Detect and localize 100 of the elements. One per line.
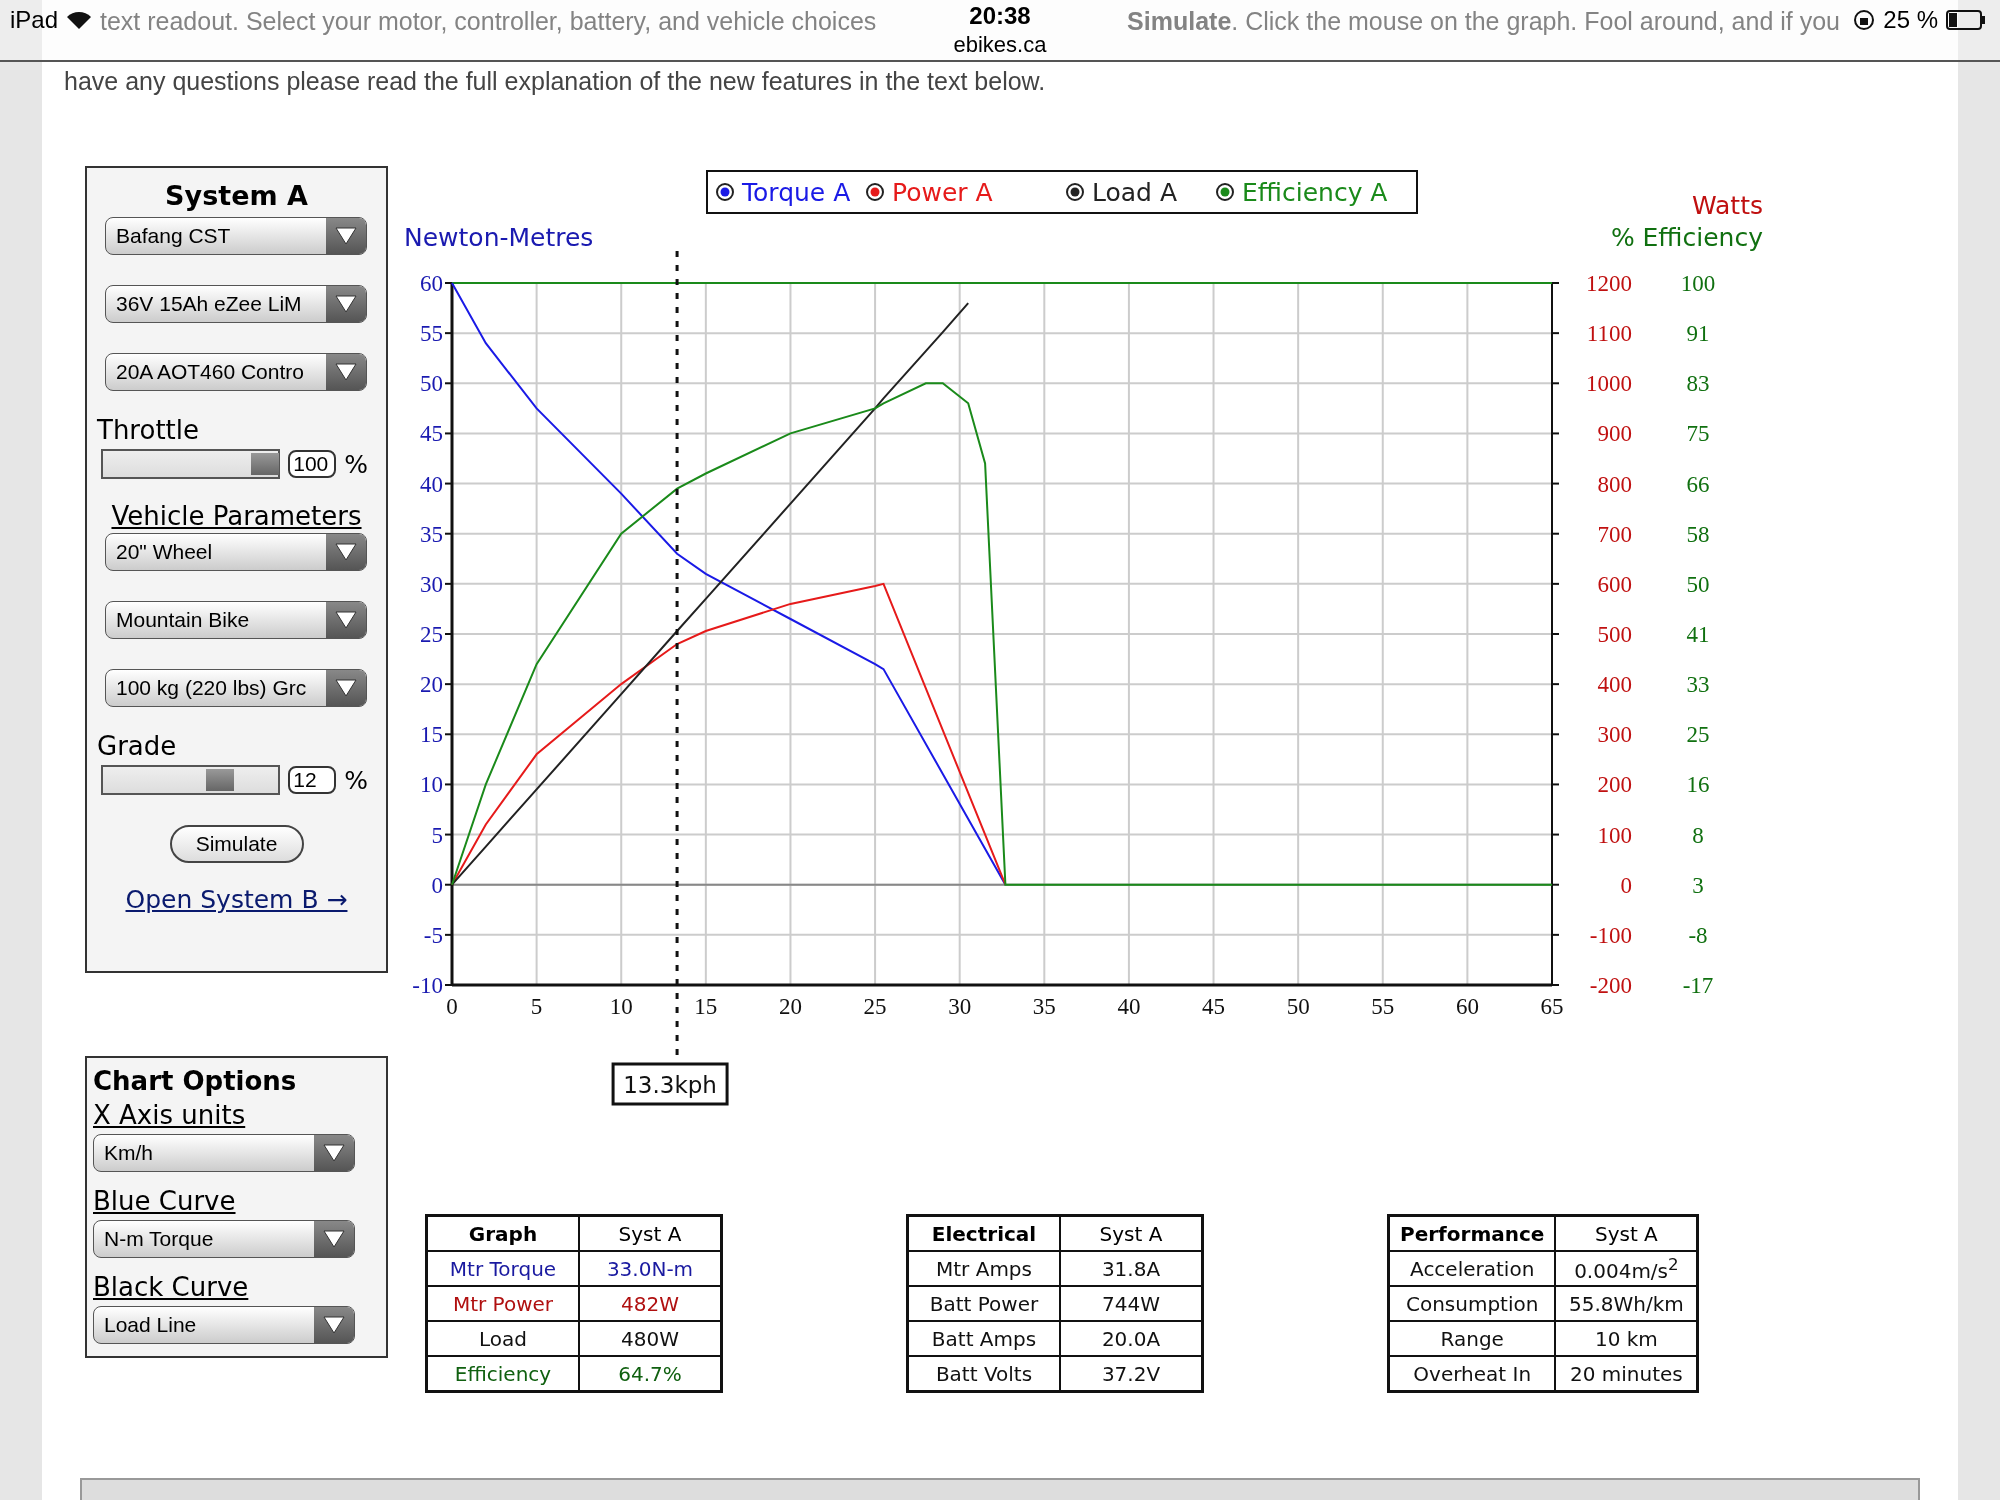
tick-label: -8 bbox=[1688, 922, 1708, 948]
tick-label: 50 bbox=[1686, 571, 1710, 597]
rotation-lock-icon bbox=[1853, 9, 1876, 31]
dropdown[interactable]: N-m Torque bbox=[93, 1220, 355, 1258]
column-header: Electrical bbox=[907, 1215, 1060, 1251]
column-header: Performance bbox=[1388, 1215, 1556, 1251]
unit-label: % bbox=[344, 765, 368, 795]
caret-icon bbox=[335, 227, 357, 245]
device-name: iPad bbox=[10, 6, 59, 34]
caret-icon bbox=[335, 679, 357, 697]
tick-label: 400 bbox=[1597, 672, 1632, 698]
legend-item[interactable]: Efficiency A bbox=[1216, 178, 1388, 207]
tick-label: 15 bbox=[420, 722, 443, 748]
battery-icon bbox=[1946, 10, 1986, 30]
tick-label: 60 bbox=[1455, 994, 1479, 1019]
tick-label: 35 bbox=[420, 521, 443, 547]
tick-label: 700 bbox=[1597, 521, 1632, 547]
tick-label: 600 bbox=[1597, 571, 1632, 597]
legend-item[interactable]: Torque A bbox=[716, 178, 851, 207]
tick-label: 50 bbox=[420, 371, 443, 397]
tick-label: 1000 bbox=[1586, 371, 1632, 397]
dropdown[interactable]: 20A AOT460 Contro bbox=[105, 353, 367, 391]
legend-item[interactable]: Load A bbox=[1066, 178, 1178, 207]
tick-label: 58 bbox=[1686, 521, 1710, 547]
tick-label: 20 bbox=[420, 672, 443, 698]
caret-icon bbox=[335, 295, 357, 313]
table-cell: Mtr Amps bbox=[907, 1251, 1060, 1286]
dropdown[interactable]: 36V 15Ah eZee LiM bbox=[105, 285, 367, 323]
tick-label: 25 bbox=[863, 994, 887, 1019]
dropdown[interactable]: Bafang CST bbox=[105, 217, 367, 255]
dropdown[interactable]: 20" Wheel bbox=[105, 533, 367, 571]
tick-label: 0 bbox=[431, 872, 443, 898]
tick-label: 66 bbox=[1686, 471, 1710, 497]
tick-label: 0 bbox=[1620, 872, 1632, 898]
tick-label: 25 bbox=[1686, 722, 1710, 748]
tick-label: -200 bbox=[1589, 973, 1632, 998]
column-header: Graph bbox=[426, 1215, 579, 1251]
slider-thumb[interactable] bbox=[251, 453, 279, 475]
input-field[interactable]: 100 bbox=[288, 450, 337, 478]
tick-label: 20 bbox=[778, 994, 802, 1019]
tick-label: 60 bbox=[420, 271, 443, 296]
clock: 20:38 bbox=[969, 2, 1031, 30]
open-system-link[interactable]: Open System B → bbox=[105, 885, 368, 914]
tick-label: 33 bbox=[1686, 672, 1710, 698]
tick-label: 10 bbox=[609, 994, 633, 1019]
option-label: Black Curve bbox=[93, 1272, 250, 1302]
option-label: X Axis units bbox=[93, 1100, 247, 1130]
dropdown[interactable]: Km/h bbox=[93, 1134, 355, 1172]
intro-text: have any questions please read the full explanation of the new features in the text below. bbox=[64, 66, 1047, 97]
tick-label: 75 bbox=[1686, 421, 1710, 447]
caret-icon bbox=[335, 611, 357, 629]
table-cell: Batt Power bbox=[907, 1286, 1060, 1321]
caret-icon bbox=[335, 363, 357, 381]
tick-label: 1200 bbox=[1586, 271, 1632, 296]
tick-label: 65 bbox=[1540, 994, 1564, 1019]
table-cell: Load bbox=[426, 1321, 579, 1356]
tick-label: 55 bbox=[420, 321, 443, 347]
slider[interactable] bbox=[101, 765, 281, 795]
tick-label: 30 bbox=[420, 571, 443, 597]
tick-label: 15 bbox=[694, 994, 718, 1019]
input-field[interactable]: 12 bbox=[288, 766, 337, 794]
ref-line-label: 13.3kph bbox=[623, 1072, 717, 1098]
legend-label: Torque A bbox=[741, 178, 851, 207]
panel-title: System A bbox=[164, 180, 309, 211]
dropdown[interactable]: Load Line bbox=[93, 1306, 355, 1344]
tick-label: 91 bbox=[1686, 321, 1710, 347]
tick-label: 200 bbox=[1597, 772, 1632, 798]
slider[interactable] bbox=[101, 449, 281, 479]
tick-label: 40 bbox=[1117, 994, 1141, 1019]
caret-icon bbox=[323, 1316, 345, 1334]
table-cell: Batt Amps bbox=[907, 1321, 1060, 1356]
panel-title: Chart Options bbox=[93, 1066, 298, 1096]
axis-title: Newton-Metres bbox=[404, 223, 594, 252]
tick-label: 45 bbox=[1202, 994, 1226, 1019]
tick-label: -17 bbox=[1682, 973, 1714, 998]
section-heading: Vehicle Parameters bbox=[111, 501, 362, 531]
intro-text: text readout. Select your motor, controller, battery, and vehicle choices bbox=[100, 6, 877, 37]
tick-label: 55 bbox=[1371, 994, 1395, 1019]
tick-label: 500 bbox=[1597, 622, 1632, 647]
simulate-button[interactable]: Simulate bbox=[169, 825, 304, 863]
legend-label: Load A bbox=[1092, 178, 1178, 207]
tick-label: 16 bbox=[1686, 772, 1710, 798]
url-text: ebikes.ca bbox=[953, 32, 1047, 58]
table-cell: Mtr Power bbox=[426, 1286, 579, 1321]
tick-label: -100 bbox=[1589, 922, 1632, 948]
table-cell: Consumption bbox=[1388, 1286, 1556, 1321]
cursor-readout: 13.3kph bbox=[611, 1062, 729, 1106]
tick-label: 83 bbox=[1686, 371, 1710, 397]
axis-title: % Efficiency bbox=[1610, 223, 1763, 252]
tick-label: 100 bbox=[1597, 822, 1632, 848]
slider-thumb[interactable] bbox=[205, 769, 234, 791]
tick-label: 5 bbox=[530, 994, 543, 1019]
dropdown[interactable]: Mountain Bike bbox=[105, 601, 367, 639]
tick-label: 10 bbox=[420, 772, 443, 798]
dropdown[interactable]: 100 kg (220 lbs) Grc bbox=[105, 669, 367, 707]
legend-item[interactable]: Power A bbox=[866, 178, 993, 207]
table-cell: Range bbox=[1388, 1321, 1556, 1356]
option-label: Blue Curve bbox=[93, 1186, 237, 1216]
tick-label: 30 bbox=[948, 994, 972, 1019]
table-cell: Mtr Torque bbox=[426, 1251, 579, 1286]
